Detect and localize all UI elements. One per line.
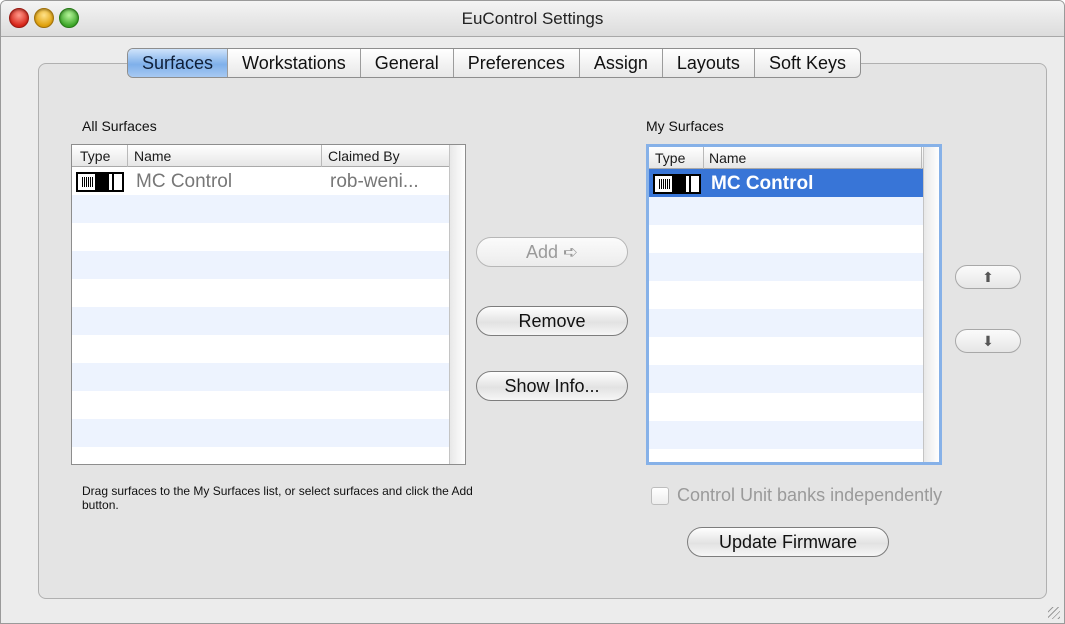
tab-soft-keys[interactable]: Soft Keys bbox=[753, 49, 860, 77]
surface-device-icon bbox=[76, 172, 124, 192]
surface-claimed-by: rob-weni... bbox=[330, 171, 419, 192]
tab-surfaces[interactable]: Surfaces bbox=[128, 49, 228, 77]
surface-name: MC Control bbox=[136, 171, 233, 192]
control-unit-banks-checkbox-row[interactable]: Control Unit banks independently bbox=[651, 485, 942, 506]
table-row[interactable]: MC Control bbox=[649, 169, 923, 197]
my-surfaces-scrollbar[interactable] bbox=[923, 147, 939, 462]
control-unit-banks-label: Control Unit banks independently bbox=[677, 485, 943, 505]
show-info-button[interactable]: Show Info... bbox=[476, 371, 628, 401]
my-surfaces-label: My Surfaces bbox=[646, 118, 724, 134]
resize-grip-icon[interactable] bbox=[1048, 607, 1060, 619]
column-name-header[interactable]: Name bbox=[709, 150, 746, 166]
add-button[interactable]: Add ➪ bbox=[476, 237, 628, 267]
title-bar[interactable]: EuControl Settings bbox=[1, 1, 1064, 37]
column-name-header[interactable]: Name bbox=[134, 148, 171, 164]
update-firmware-button[interactable]: Update Firmware bbox=[687, 527, 889, 557]
tab-general[interactable]: General bbox=[359, 49, 453, 77]
column-claimed-by-header[interactable]: Claimed By bbox=[328, 148, 400, 164]
move-up-button[interactable]: ⬆ bbox=[955, 265, 1021, 289]
all-surfaces-header: Type Name Claimed By bbox=[72, 145, 449, 167]
column-type-header[interactable]: Type bbox=[80, 148, 110, 164]
all-surfaces-table[interactable]: Type Name Claimed By MC Control rob-weni… bbox=[71, 144, 466, 465]
window-title: EuControl Settings bbox=[461, 9, 604, 28]
remove-button[interactable]: Remove bbox=[476, 306, 628, 336]
arrow-down-icon: ⬇ bbox=[982, 333, 994, 349]
all-surfaces-rows: MC Control rob-weni... bbox=[72, 167, 449, 464]
column-type-header[interactable]: Type bbox=[655, 150, 685, 166]
all-surfaces-scrollbar[interactable] bbox=[449, 145, 465, 464]
tab-workstations[interactable]: Workstations bbox=[227, 49, 360, 77]
move-down-button[interactable]: ⬇ bbox=[955, 329, 1021, 353]
all-surfaces-label: All Surfaces bbox=[82, 118, 157, 134]
arrow-up-icon: ⬆ bbox=[982, 269, 994, 285]
my-surfaces-header: Type Name bbox=[649, 147, 923, 169]
surface-device-icon bbox=[653, 174, 701, 194]
help-text: Drag surfaces to the My Surfaces list, o… bbox=[82, 484, 473, 512]
control-unit-banks-checkbox[interactable] bbox=[651, 487, 669, 505]
tab-bar: Surfaces Workstations General Preference… bbox=[127, 48, 861, 78]
surface-name: MC Control bbox=[711, 173, 814, 194]
my-surfaces-table[interactable]: Type Name MC Control bbox=[646, 144, 942, 465]
tab-layouts[interactable]: Layouts bbox=[661, 49, 754, 77]
tab-assign[interactable]: Assign bbox=[578, 49, 662, 77]
my-surfaces-rows: MC Control bbox=[649, 169, 923, 462]
tab-preferences[interactable]: Preferences bbox=[452, 49, 579, 77]
table-row[interactable]: MC Control rob-weni... bbox=[72, 167, 449, 195]
settings-window: EuControl Settings Surfaces Workstations… bbox=[0, 0, 1065, 624]
